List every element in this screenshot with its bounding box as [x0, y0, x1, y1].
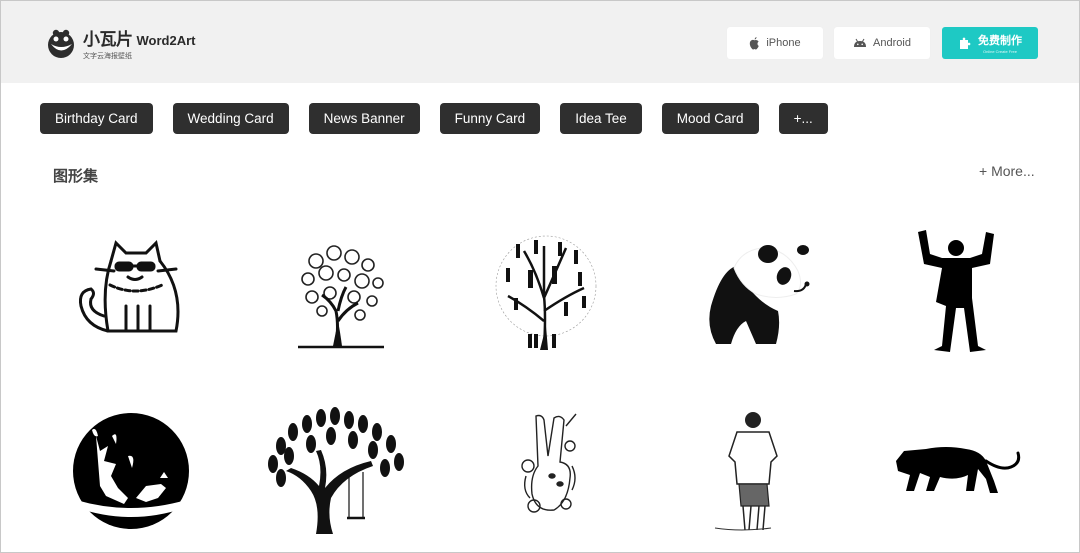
shape-panda[interactable] — [671, 216, 831, 366]
category-mood-card[interactable]: Mood Card — [661, 103, 759, 134]
panda-icon — [709, 245, 810, 344]
shape-tree-of-people[interactable] — [466, 216, 626, 366]
free-create-label: 免费制作 — [978, 34, 1022, 47]
logo-subtitle: 文字云海报壁纸 — [83, 52, 132, 60]
category-funny-card[interactable]: Funny Card — [439, 103, 541, 134]
category-birthday-card[interactable]: Birthday Card — [40, 103, 153, 134]
logo-en-name: Word2Art — [136, 33, 196, 48]
shape-deer-kiss-circle[interactable] — [51, 396, 211, 546]
page: 小瓦片 Word2Art 文字云海报壁纸 iPhone Android 免费制作… — [0, 0, 1080, 553]
apple-icon — [750, 36, 760, 50]
panther-icon — [896, 447, 1021, 493]
peace-hand-icon — [521, 413, 577, 513]
category-idea-tee[interactable]: Idea Tee — [560, 103, 642, 134]
cat-icon — [79, 240, 180, 333]
shape-tree-of-faces[interactable] — [261, 216, 421, 366]
android-label: Android — [873, 37, 911, 49]
shape-cheering-man[interactable] — [876, 216, 1036, 366]
iphone-button[interactable]: iPhone — [727, 27, 823, 59]
tree-faces-icon — [298, 245, 384, 349]
deer-circle-icon — [72, 413, 190, 529]
free-create-sublabel: Online Create Free — [982, 49, 1017, 54]
category-wedding-card[interactable]: Wedding Card — [172, 103, 289, 134]
free-create-button[interactable]: 免费制作 Online Create Free — [942, 27, 1038, 59]
smiley-logo-icon — [48, 29, 74, 58]
shape-tree-with-swing[interactable] — [256, 396, 416, 546]
shape-man-standing-back[interactable] — [671, 396, 831, 546]
shape-cat-with-sunglasses[interactable] — [51, 216, 211, 366]
category-bar: Birthday Card Wedding Card News Banner F… — [40, 103, 848, 134]
category-news-banner[interactable]: News Banner — [308, 103, 420, 134]
tree-people-icon — [495, 235, 597, 350]
logo[interactable]: 小瓦片 Word2Art 文字云海报壁纸 — [45, 25, 195, 61]
section-title: 图形集 — [53, 167, 99, 185]
android-button[interactable]: Android — [834, 27, 930, 59]
logo-cn-name: 小瓦片 — [83, 30, 133, 50]
header: 小瓦片 Word2Art 文字云海报壁纸 iPhone Android 免费制作… — [1, 1, 1079, 83]
puzzle-icon — [960, 37, 971, 49]
shape-peace-hand-flowers[interactable] — [471, 396, 631, 546]
iphone-label: iPhone — [766, 37, 801, 49]
more-link[interactable]: + More... — [979, 163, 1035, 179]
cheering-man-icon — [918, 230, 994, 352]
tree-swing-icon — [268, 407, 404, 534]
shape-panther[interactable] — [876, 396, 1036, 546]
man-back-icon — [714, 412, 778, 531]
android-icon — [854, 38, 867, 47]
category-more[interactable]: +... — [778, 103, 828, 134]
